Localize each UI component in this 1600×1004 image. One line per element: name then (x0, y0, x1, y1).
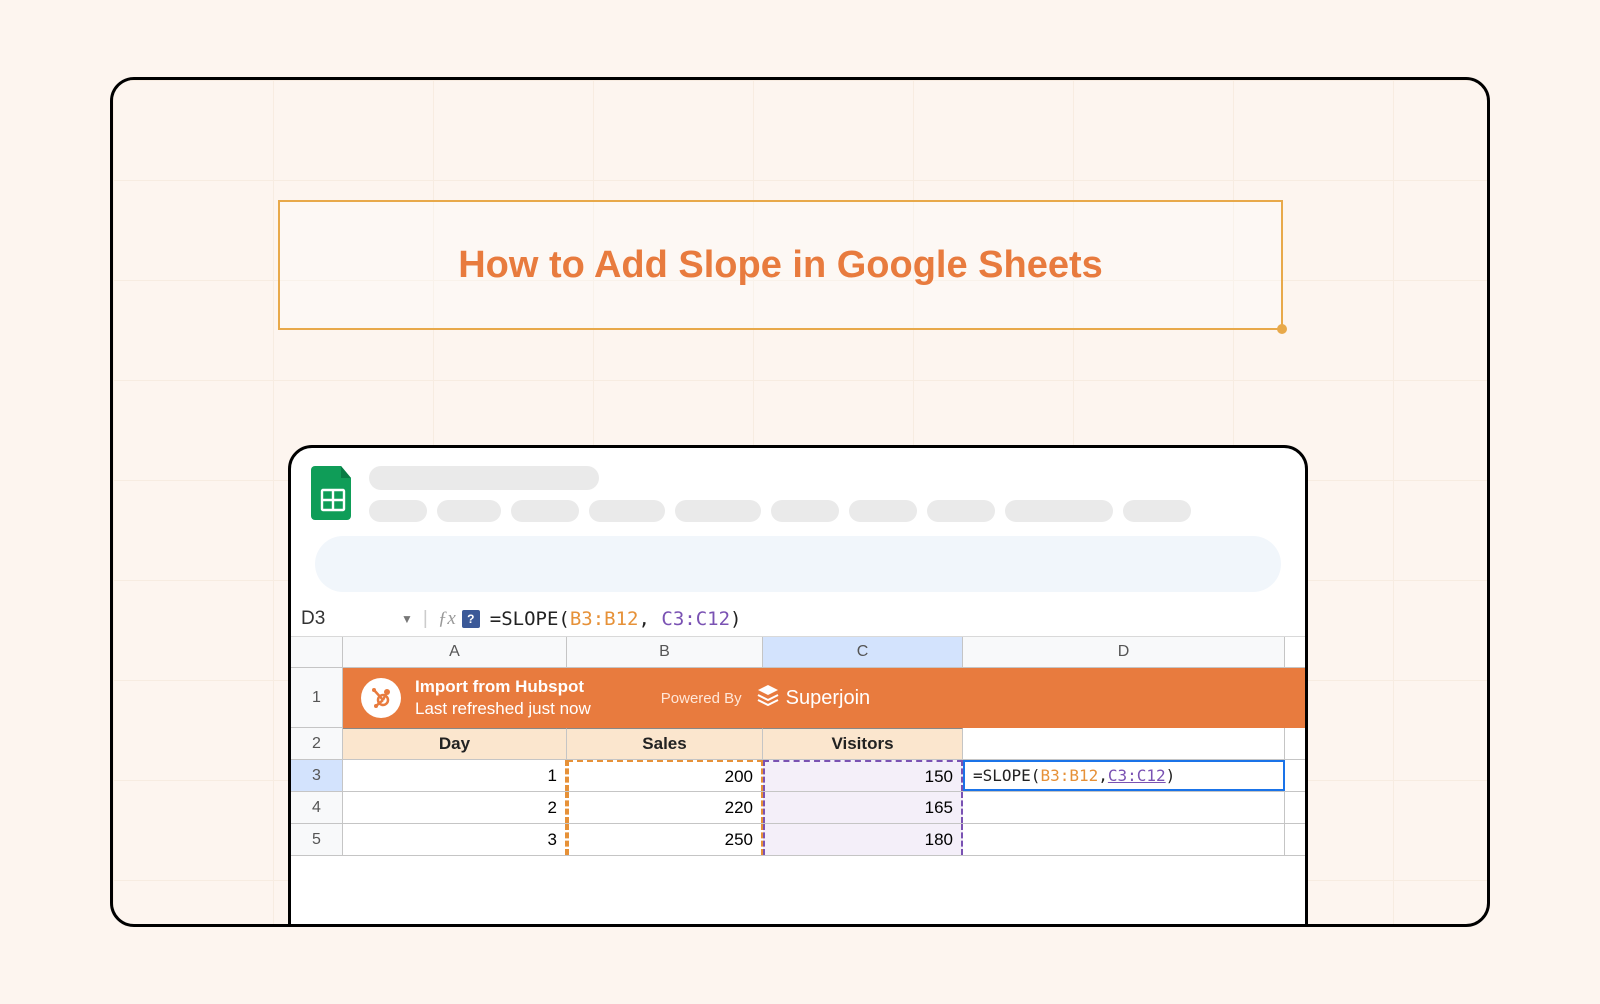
superjoin-icon (756, 683, 780, 713)
app-header (291, 448, 1305, 526)
menu-placeholder (437, 500, 501, 522)
formula-input[interactable]: =SLOPE(B3:B12, C3:C12) (490, 608, 742, 630)
sheets-window: D3 ▼ | ƒx ? =SLOPE(B3:B12, C3:C12) A B C… (288, 445, 1308, 927)
separator: | (423, 608, 428, 630)
import-banner[interactable]: Import from Hubspot Last refreshed just … (343, 668, 1305, 728)
cell-b4[interactable]: 220 (567, 792, 763, 823)
column-header-c[interactable]: C (763, 637, 963, 667)
superjoin-label: Superjoin (786, 687, 871, 710)
table-row: 3 1 200 150 =SLOPE(B3:B12, C3:C12) (291, 760, 1305, 792)
cell-a5[interactable]: 3 (343, 824, 567, 855)
tutorial-frame: How to Add Slope in Google Sheets (110, 77, 1490, 927)
banner-subtitle: Last refreshed just now (415, 698, 591, 720)
title-box: How to Add Slope in Google Sheets (278, 200, 1283, 330)
superjoin-brand: Superjoin (756, 683, 871, 713)
column-header-d[interactable]: D (963, 637, 1285, 667)
cell-c5[interactable]: 180 (763, 824, 963, 855)
table-row: 5 3 250 180 (291, 824, 1305, 856)
cell-a4[interactable]: 2 (343, 792, 567, 823)
page-title: How to Add Slope in Google Sheets (458, 244, 1103, 287)
name-box[interactable]: D3 (301, 608, 391, 630)
cell-a3[interactable]: 1 (343, 760, 567, 791)
cell-d2[interactable] (963, 728, 1285, 759)
cell-b5[interactable]: 250 (567, 824, 763, 855)
row-header-2[interactable]: 2 (291, 728, 343, 759)
name-box-caret-icon[interactable]: ▼ (401, 612, 413, 626)
table-row: 1 Import from H (291, 668, 1305, 728)
column-header-a[interactable]: A (343, 637, 567, 667)
menu-placeholder (927, 500, 995, 522)
table-row: 2 Day Sales Visitors (291, 728, 1305, 760)
row-header-5[interactable]: 5 (291, 824, 343, 855)
column-header-b[interactable]: B (567, 637, 763, 667)
powered-by-label: Powered By (661, 690, 742, 707)
menu-placeholder (675, 500, 761, 522)
menu-placeholder (771, 500, 839, 522)
header-placeholder-group (369, 466, 1285, 522)
cell-c2[interactable]: Visitors (763, 728, 963, 759)
menu-placeholder (1005, 500, 1113, 522)
select-all-cell[interactable] (291, 637, 343, 667)
grid-body: 1 Import from H (291, 668, 1305, 856)
row-header-4[interactable]: 4 (291, 792, 343, 823)
column-headers: A B C D (291, 637, 1305, 668)
doc-title-placeholder (369, 466, 599, 490)
toolbar-placeholder (315, 536, 1281, 592)
cell-a2[interactable]: Day (343, 728, 567, 759)
formula-help-icon[interactable]: ? (462, 610, 480, 628)
menu-placeholder (849, 500, 917, 522)
menu-placeholder (589, 500, 665, 522)
sheets-logo-icon (311, 466, 355, 520)
banner-text: Import from Hubspot Last refreshed just … (415, 676, 591, 720)
formula-bar[interactable]: D3 ▼ | ƒx ? =SLOPE(B3:B12, C3:C12) (291, 602, 1305, 637)
fx-icon: ƒx (438, 608, 456, 630)
row-header-3[interactable]: 3 (291, 760, 343, 791)
cell-d5[interactable] (963, 824, 1285, 855)
cell-b3[interactable]: 200 (567, 760, 763, 791)
menu-placeholder (511, 500, 579, 522)
banner-title: Import from Hubspot (415, 676, 591, 698)
menu-placeholder (369, 500, 427, 522)
table-row: 4 2 220 165 (291, 792, 1305, 824)
cell-d4[interactable] (963, 792, 1285, 823)
hubspot-icon (361, 678, 401, 718)
cell-d3-active[interactable]: =SLOPE(B3:B12, C3:C12) (963, 760, 1285, 791)
cell-c4[interactable]: 165 (763, 792, 963, 823)
cell-b2[interactable]: Sales (567, 728, 763, 759)
row-header-1[interactable]: 1 (291, 668, 343, 727)
menu-placeholder (1123, 500, 1191, 522)
cell-c3[interactable]: 150 (763, 760, 963, 791)
